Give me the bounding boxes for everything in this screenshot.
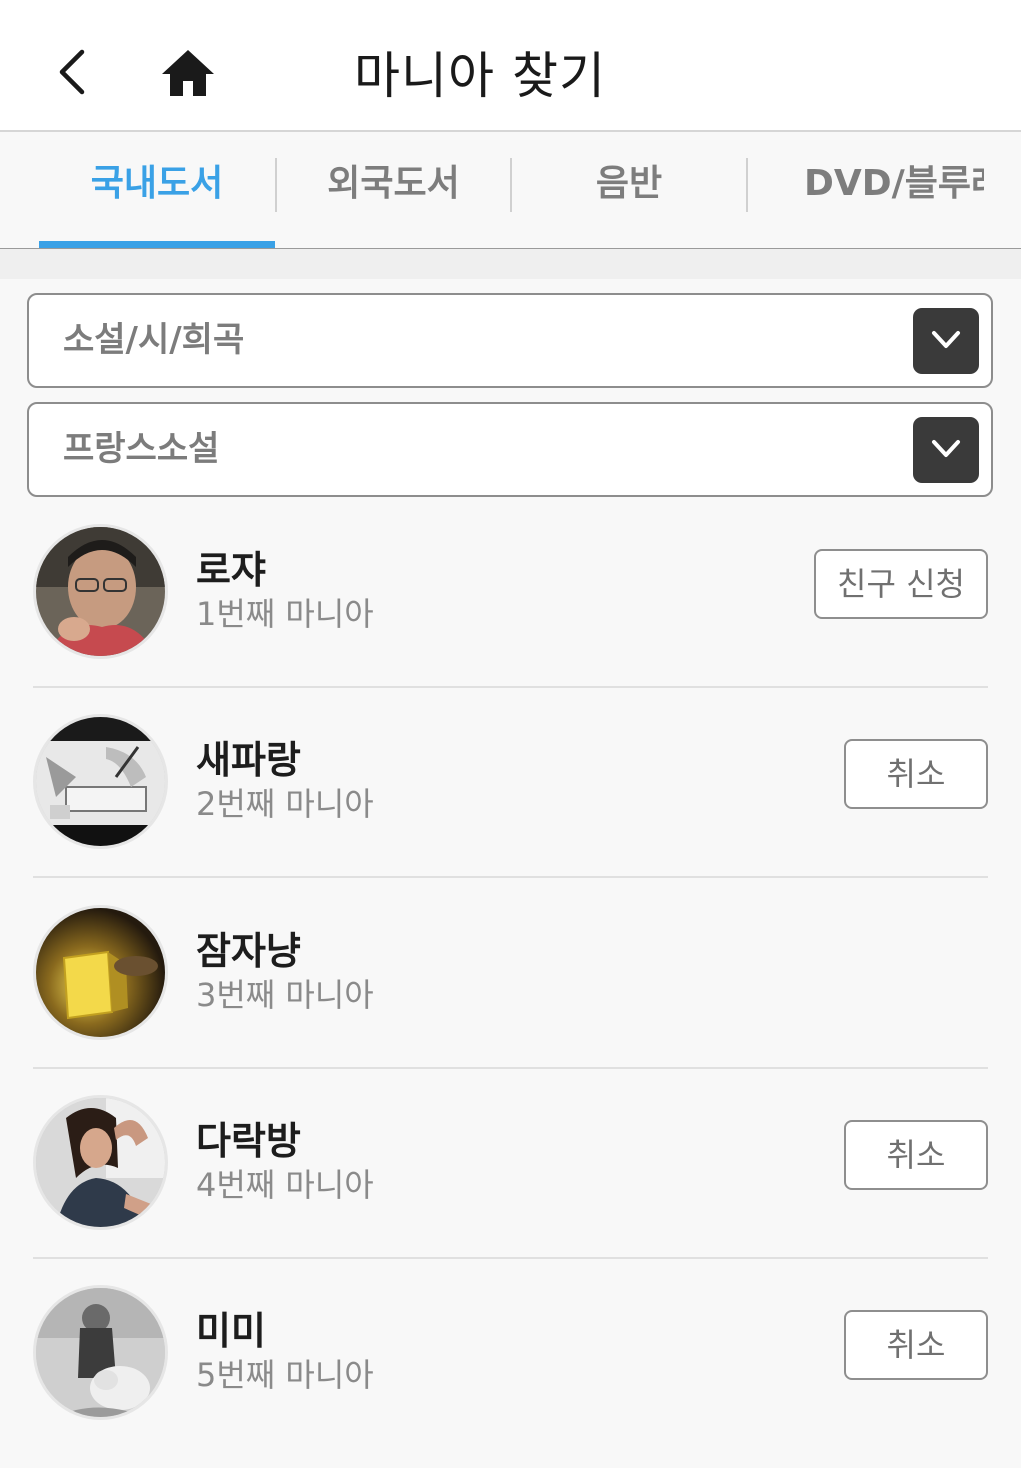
avatar[interactable]	[33, 714, 168, 849]
user-name[interactable]: 새파랑	[196, 729, 301, 784]
user-name[interactable]: 다락방	[196, 1110, 301, 1165]
row-divider	[33, 686, 988, 688]
cancel-button[interactable]: 취소	[844, 739, 988, 809]
subcategory-dropdown-button[interactable]	[913, 417, 979, 483]
user-rank: 3번째 마니아	[196, 976, 374, 1014]
row-divider	[33, 1257, 988, 1259]
avatar[interactable]	[33, 1285, 168, 1420]
tab-foreign-books[interactable]: 외국도서	[277, 132, 510, 248]
subcategory-select-value: 프랑스소설	[63, 429, 220, 469]
list-item: 로쟈 1번째 마니아 친구 신청	[0, 517, 1021, 707]
app-header: 마니아 찾기	[0, 0, 1021, 132]
row-divider	[33, 1067, 988, 1069]
chevron-down-icon	[932, 331, 960, 348]
tab-domestic-books[interactable]: 국내도서	[39, 132, 275, 248]
row-divider	[33, 876, 988, 878]
list-item: 다락방 4번째 마니아 취소	[0, 1088, 1021, 1278]
page-title: 마니아 찾기	[354, 47, 606, 105]
user-rank: 4번째 마니아	[196, 1166, 374, 1204]
user-name[interactable]: 미미	[196, 1300, 266, 1355]
user-rank: 2번째 마니아	[196, 785, 374, 823]
category-dropdown-button[interactable]	[913, 308, 979, 374]
cancel-button[interactable]: 취소	[844, 1120, 988, 1190]
user-name[interactable]: 로쟈	[196, 539, 266, 594]
user-rank: 5번째 마니아	[196, 1356, 374, 1394]
tab-albums[interactable]: 음반	[512, 132, 746, 248]
active-tab-indicator	[39, 241, 275, 248]
category-select[interactable]: 소설/시/희곡	[27, 293, 993, 388]
list-item: 잠자냥 3번째 마니아	[0, 898, 1021, 1088]
category-select-value: 소설/시/희곡	[63, 320, 245, 360]
friend-request-button[interactable]: 친구 신청	[814, 549, 988, 619]
avatar[interactable]	[33, 524, 168, 659]
avatar[interactable]	[33, 905, 168, 1040]
chevron-down-icon	[932, 440, 960, 457]
tab-dvd-bluray[interactable]: DVD/블루레이	[748, 132, 984, 248]
user-name[interactable]: 잠자냥	[196, 920, 301, 975]
cancel-button[interactable]: 취소	[844, 1310, 988, 1380]
category-tabs: 국내도서 외국도서 음반 DVD/블루레이	[0, 132, 1021, 249]
avatar[interactable]	[33, 1095, 168, 1230]
subcategory-select[interactable]: 프랑스소설	[27, 402, 993, 497]
section-gap	[0, 249, 1021, 279]
user-rank: 1번째 마니아	[196, 595, 374, 633]
list-item: 새파랑 2번째 마니아 취소	[0, 707, 1021, 897]
